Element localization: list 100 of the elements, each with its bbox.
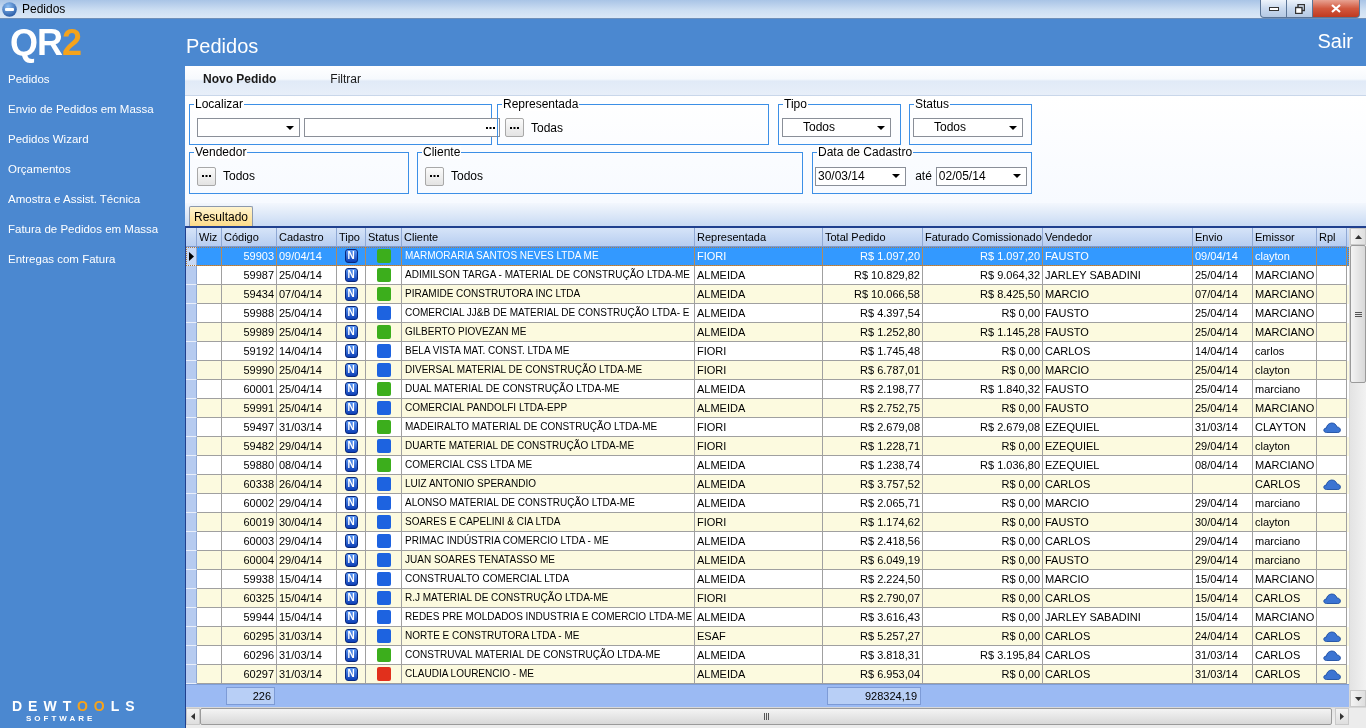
- exit-link[interactable]: Sair: [1317, 22, 1353, 61]
- row-header-cell[interactable]: [186, 361, 197, 380]
- row-header-cell[interactable]: [186, 608, 197, 627]
- sidebar-item[interactable]: Pedidos: [0, 64, 54, 94]
- browse-button[interactable]: [505, 118, 524, 137]
- toolbar-button[interactable]: Novo Pedido: [203, 71, 277, 87]
- type-badge: N: [344, 477, 358, 491]
- table-row[interactable]: 60001 25/04/14 N DUAL MATERIAL DE CONSTRUÇÃO LTDA-ME ALMEIDA R$ 2.198,77 R$ 1.840,32 FAUSTO 25/04/14 marciano: [186, 380, 1349, 399]
- page-title: Pedidos: [186, 34, 259, 59]
- table-row[interactable]: 60297 31/03/14 N CLAUDIA LOURENCIO - ME ALMEIDA R$ 6.953,04 R$ 0,00 CARLOS 31/03/14 CARLOS: [186, 665, 1349, 684]
- row-header-cell[interactable]: [186, 285, 197, 304]
- type-badge: N: [344, 268, 358, 282]
- brand-wordmark: DEWT OO LS: [12, 700, 141, 713]
- dropdown-field[interactable]: Todos: [782, 118, 891, 137]
- table-row[interactable]: 59938 15/04/14 N CONSTRUALTO COMERCIAL LTDA ALMEIDA R$ 2.224,50 R$ 0,00 MARCIO 15/04/14 MARCIANO: [186, 570, 1349, 589]
- brand-tagline: SOFTWARE: [26, 714, 96, 723]
- type-badge: N: [344, 515, 358, 529]
- scroll-left-button[interactable]: [186, 708, 200, 725]
- row-header-cell[interactable]: [186, 266, 197, 285]
- sidebar-item[interactable]: Pedidos Wizard: [0, 124, 93, 154]
- scroll-right-button[interactable]: [1335, 708, 1349, 725]
- minimize-icon: [1268, 6, 1279, 11]
- row-header-cell[interactable]: [186, 247, 197, 266]
- table-row[interactable]: 60002 29/04/14 N ALONSO MATERIAL DE CONSTRUÇÃO LTDA-ME ALMEIDA R$ 2.065,71 R$ 0,00 MARCIO 29/04/14 marciano: [186, 494, 1349, 513]
- up-arrow-icon: [1354, 234, 1362, 239]
- dropdown-field[interactable]: [197, 118, 300, 137]
- type-badge: N: [344, 439, 358, 453]
- row-header-cell[interactable]: [186, 418, 197, 437]
- date-picker[interactable]: 02/05/14: [935, 166, 1027, 186]
- browse-button[interactable]: [425, 166, 444, 186]
- type-badge: N: [344, 610, 358, 624]
- table-row[interactable]: 59944 15/04/14 N REDES PRE MOLDADOS INDUSTRIA E COMERCIO LTDA-ME ALMEIDA R$ 3.616,43 R$ 0,00 JARLEY SABADINI 15/04/14 MARCIANO: [186, 608, 1349, 627]
- table-row[interactable]: 60338 26/04/14 N LUIZ ANTONIO SPERANDIO ALMEIDA R$ 3.757,52 R$ 0,00 CARLOS CARLOS: [186, 475, 1349, 494]
- group-label: Tipo: [783, 98, 808, 111]
- row-header-cell[interactable]: [186, 380, 197, 399]
- table-row[interactable]: 60019 30/04/14 N SOARES E CAPELINI & CIA LTDA FIORI R$ 1.174,62 R$ 0,00 FAUSTO 30/04/14 clayton: [186, 513, 1349, 532]
- row-header-cell[interactable]: [186, 551, 197, 570]
- scroll-down-button[interactable]: [1350, 690, 1366, 707]
- selection-text: Todas: [531, 120, 564, 135]
- group-label: Data de Cadastro: [817, 146, 914, 159]
- restore-button[interactable]: [1287, 0, 1313, 18]
- row-header-cell[interactable]: [186, 646, 197, 665]
- scrollbar-thumb[interactable]: [1350, 245, 1366, 383]
- app-logo: QR2: [10, 25, 82, 61]
- table-row[interactable]: 59988 25/04/14 N COMERCIAL JJ&B DE MATERIAL DE CONSTRUÇÃO LTDA- E ALMEIDA R$ 4.397,54 R$ 0,00 FAUSTO 25/04/14 MARCIANO: [186, 304, 1349, 323]
- browse-button[interactable]: [197, 166, 216, 186]
- table-row[interactable]: 60296 31/03/14 N CONSTRUVAL MATERIAL DE CONSTRUÇÃO LTDA-ME ALMEIDA R$ 3.818,31 R$ 3.195,84 CARLOS 31/03/14 CARLOS: [186, 646, 1349, 665]
- down-arrow-icon: [1354, 696, 1362, 701]
- close-button[interactable]: [1313, 0, 1360, 18]
- row-header-cell[interactable]: [186, 665, 197, 684]
- search-field[interactable]: [304, 118, 500, 137]
- group-label: Cliente: [422, 146, 462, 159]
- type-badge: N: [344, 591, 358, 605]
- row-header-cell[interactable]: [186, 323, 197, 342]
- table-row[interactable]: 59434 07/04/14 N PIRAMIDE CONSTRUTORA INC LTDA ALMEIDA R$ 10.066,58 R$ 8.425,50 MARCIO 07/04/14 MARCIANO: [186, 285, 1349, 304]
- row-header-cell[interactable]: [186, 475, 197, 494]
- row-header-cell[interactable]: [186, 399, 197, 418]
- table-row[interactable]: 59880 08/04/14 N COMERCIAL CSS LTDA ME ALMEIDA R$ 1.238,74 R$ 1.036,80 EZEQUIEL 08/04/14 MARCIANO: [186, 456, 1349, 475]
- sidebar-item[interactable]: Entregas com Fatura: [0, 244, 120, 274]
- scroll-up-button[interactable]: [1350, 228, 1366, 245]
- row-header-cell[interactable]: [186, 627, 197, 646]
- vertical-scrollbar[interactable]: [1349, 228, 1366, 707]
- row-header-cell[interactable]: [186, 342, 197, 361]
- table-row[interactable]: 59482 29/04/14 N DUARTE MATERIAL DE CONSTRUÇÃO LTDA-ME FIORI R$ 1.228,71 R$ 0,00 EZEQUIEL 29/04/14 clayton: [186, 437, 1349, 456]
- group-label: Representada: [502, 98, 580, 111]
- row-header-cell[interactable]: [186, 456, 197, 475]
- row-header-cell[interactable]: [186, 570, 197, 589]
- group-label: Status: [914, 98, 951, 111]
- ellipsis-icon: [510, 126, 519, 129]
- row-header-cell[interactable]: [186, 437, 197, 456]
- type-badge: N: [344, 458, 358, 472]
- table-row[interactable]: 60325 15/04/14 N R.J MATERIAL DE CONSTRUÇÃO LTDA-ME FIORI R$ 2.790,07 R$ 0,00 CARLOS 15/04/14 CARLOS: [186, 589, 1349, 608]
- sidebar-item[interactable]: Envio de Pedidos em Massa: [0, 94, 158, 124]
- sidebar-item[interactable]: Orçamentos: [0, 154, 75, 184]
- row-header-cell[interactable]: [186, 304, 197, 323]
- date-picker[interactable]: 30/03/14: [815, 166, 907, 186]
- table-row[interactable]: 59903 09/04/14 N MARMORARIA SANTOS NEVES LTDA ME FIORI R$ 1.097,20 R$ 1.097,20 FAUSTO 09/04/14 clayton: [186, 247, 1349, 266]
- table-row[interactable]: 59192 14/04/14 N BELA VISTA MAT. CONST. LTDA ME FIORI R$ 1.745,48 R$ 0,00 CARLOS 14/04/14 carlos: [186, 342, 1349, 361]
- grip-icon: [763, 713, 769, 720]
- sidebar-item[interactable]: Amostra e Assist. Técnica: [0, 184, 145, 214]
- table-row[interactable]: 59989 25/04/14 N GILBERTO PIOVEZAN ME ALMEIDA R$ 1.252,80 R$ 1.145,28 FAUSTO 25/04/14 MARCIANO: [186, 323, 1349, 342]
- tab[interactable]: Resultado: [189, 206, 254, 226]
- table-row[interactable]: 60004 29/04/14 N JUAN SOARES TENATASSO ME ALMEIDA R$ 6.049,19 R$ 0,00 FAUSTO 29/04/14 marciano: [186, 551, 1349, 570]
- table-row[interactable]: 59990 25/04/14 N DIVERSAL MATERIAL DE CONSTRUÇÃO LTDA-ME FIORI R$ 6.787,01 R$ 0,00 MARCIO 25/04/14 clayton: [186, 361, 1349, 380]
- type-badge: N: [344, 420, 358, 434]
- row-header-cell[interactable]: [186, 532, 197, 551]
- table-row[interactable]: 60003 29/04/14 N PRIMAC INDÚSTRIA COMERCIO LTDA - ME ALMEIDA R$ 2.418,56 R$ 0,00 CARLOS 29/04/14 marciano: [186, 532, 1349, 551]
- table-row[interactable]: 59497 31/03/14 N MADEIRALTO MATERIAL DE CONSTRUÇÃO LTDA-ME FIORI R$ 2.679,08 R$ 2.679,08 EZEQUIEL 31/03/14 CLAYTON: [186, 418, 1349, 437]
- row-header-cell[interactable]: [186, 494, 197, 513]
- table-row[interactable]: 59987 25/04/14 N ADIMILSON TARGA - MATERIAL DE CONSTRUÇÃO LTDA-ME ALMEIDA R$ 10.829,82 R$ 9.064,32 JARLEY SABADINI 25/04/14 MARCIANO: [186, 266, 1349, 285]
- type-badge: N: [344, 496, 358, 510]
- toolbar-button[interactable]: Filtrar: [330, 71, 361, 87]
- minimize-button[interactable]: [1260, 0, 1287, 18]
- table-row[interactable]: 59991 25/04/14 N COMERCIAL PANDOLFI LTDA-EPP ALMEIDA R$ 2.752,75 R$ 0,00 FAUSTO 25/04/14 MARCIANO: [186, 399, 1349, 418]
- row-header-cell[interactable]: [186, 513, 197, 532]
- type-badge: N: [344, 344, 358, 358]
- dropdown-field[interactable]: Todos: [913, 118, 1023, 137]
- table-row[interactable]: 60295 31/03/14 N NORTE E CONSTRUTORA LTDA - ME ESAF R$ 5.257,27 R$ 0,00 CARLOS 24/04/14 CARLOS: [186, 627, 1349, 646]
- sidebar-item[interactable]: Fatura de Pedidos em Massa: [0, 214, 163, 244]
- row-header-cell[interactable]: [186, 589, 197, 608]
